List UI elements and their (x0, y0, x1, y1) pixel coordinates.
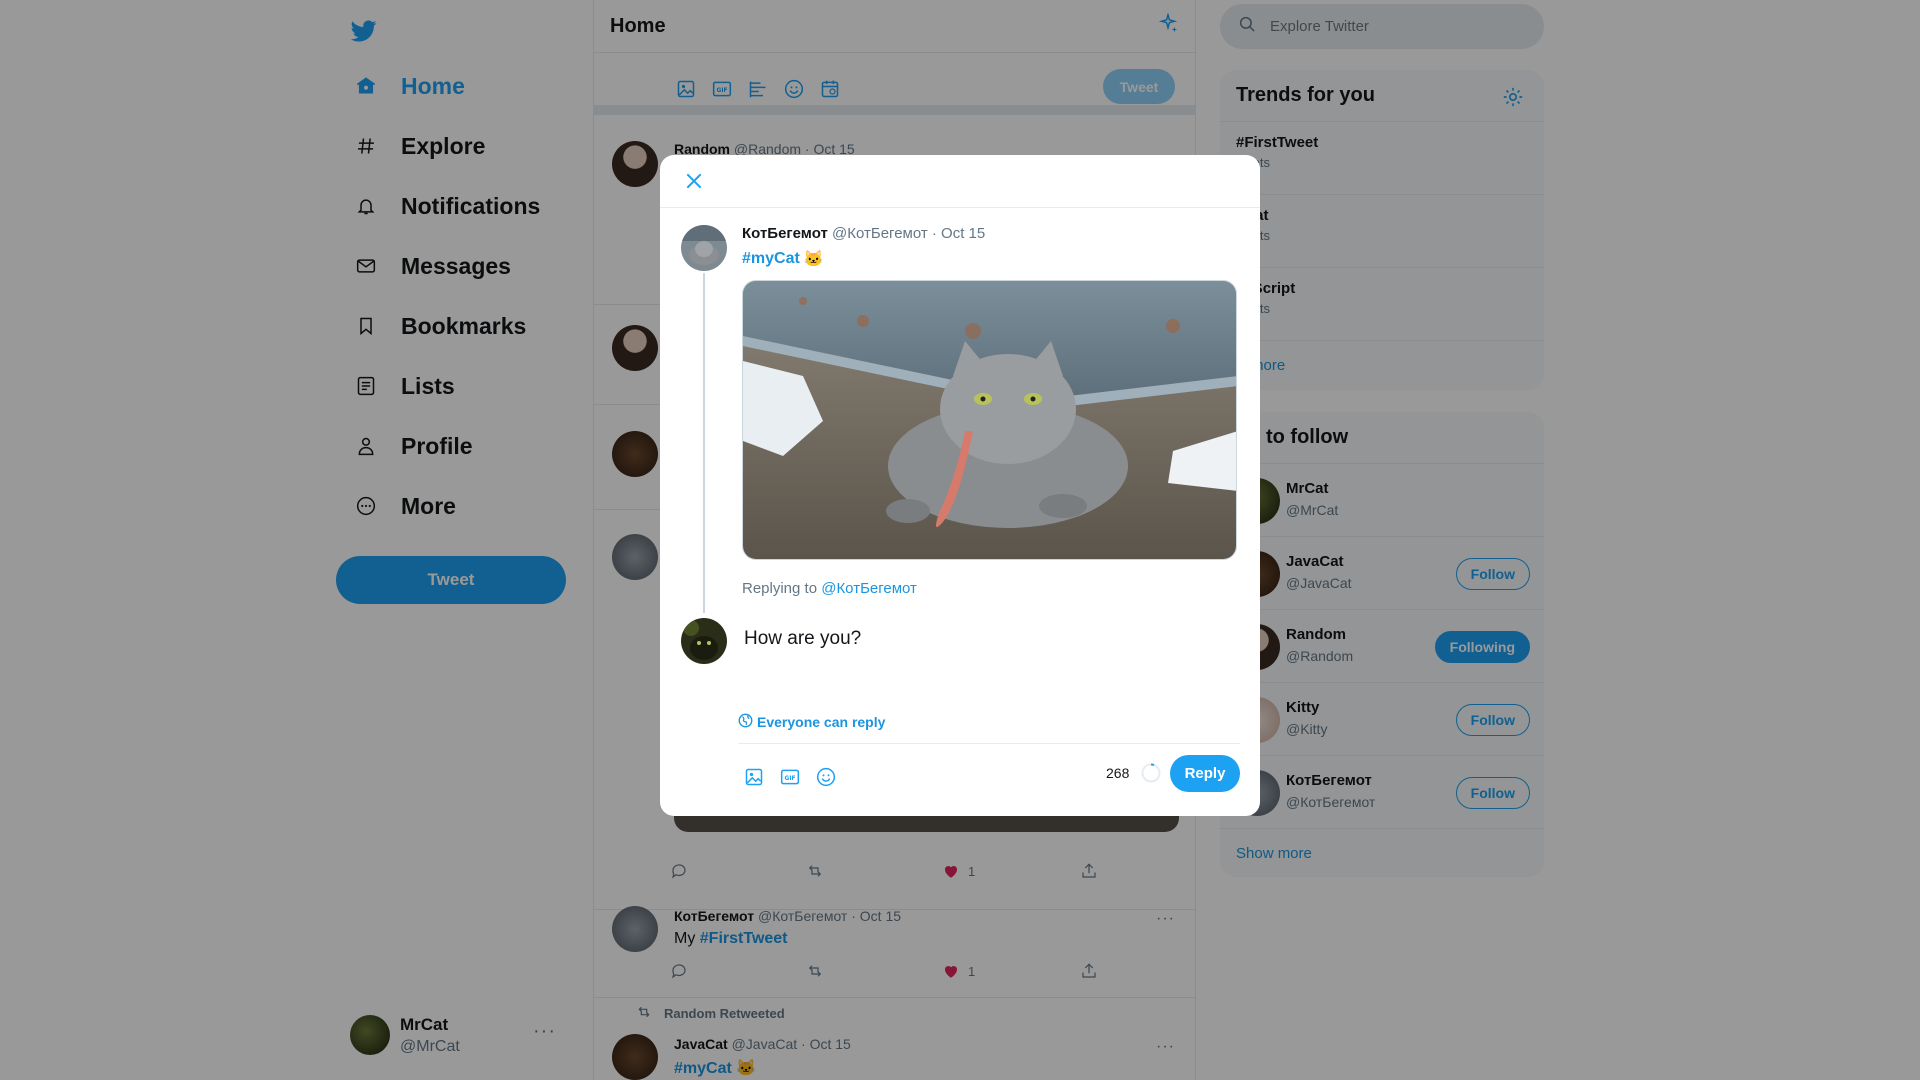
replying-to: Replying to @КотБегемот (742, 580, 917, 597)
reply-permission-label: Everyone can reply (757, 714, 886, 730)
hashtag-link[interactable]: #myCat (742, 250, 800, 268)
reply-modal: КотБегемот @КотБегемот · Oct 15 #myCat 🐱 (660, 155, 1260, 816)
replying-to-link[interactable]: @КотБегемот (821, 580, 917, 597)
author-name[interactable]: КотБегемот (742, 225, 828, 242)
emoji-icon[interactable] (816, 767, 837, 788)
close-icon[interactable] (684, 171, 704, 191)
character-count: 268 (1106, 765, 1130, 781)
original-tweet-header: КотБегемот @КотБегемот · Oct 15 (742, 225, 985, 242)
reply-button[interactable]: Reply (1170, 755, 1240, 792)
svg-text:GIF: GIF (785, 776, 796, 782)
modal-header (660, 155, 1260, 208)
cat-emoji-icon: 🐱 (803, 251, 824, 268)
image-icon[interactable] (744, 767, 765, 788)
gif-icon[interactable]: GIF (780, 767, 801, 788)
globe-icon (738, 713, 753, 731)
replying-prefix: Replying to (742, 580, 822, 597)
author-meta: @КотБегемот · Oct 15 (832, 225, 986, 242)
avatar[interactable] (681, 225, 727, 271)
character-progress-ring-icon (1141, 763, 1161, 783)
tweet-image[interactable] (742, 280, 1237, 560)
divider (738, 743, 1240, 744)
reply-toolbar: GIF (744, 767, 837, 788)
reply-textarea[interactable] (744, 620, 1224, 710)
avatar (681, 618, 727, 664)
reply-permission-button[interactable]: Everyone can reply (738, 713, 885, 731)
original-tweet-text: #myCat 🐱 (742, 249, 824, 269)
thread-line (703, 273, 705, 613)
